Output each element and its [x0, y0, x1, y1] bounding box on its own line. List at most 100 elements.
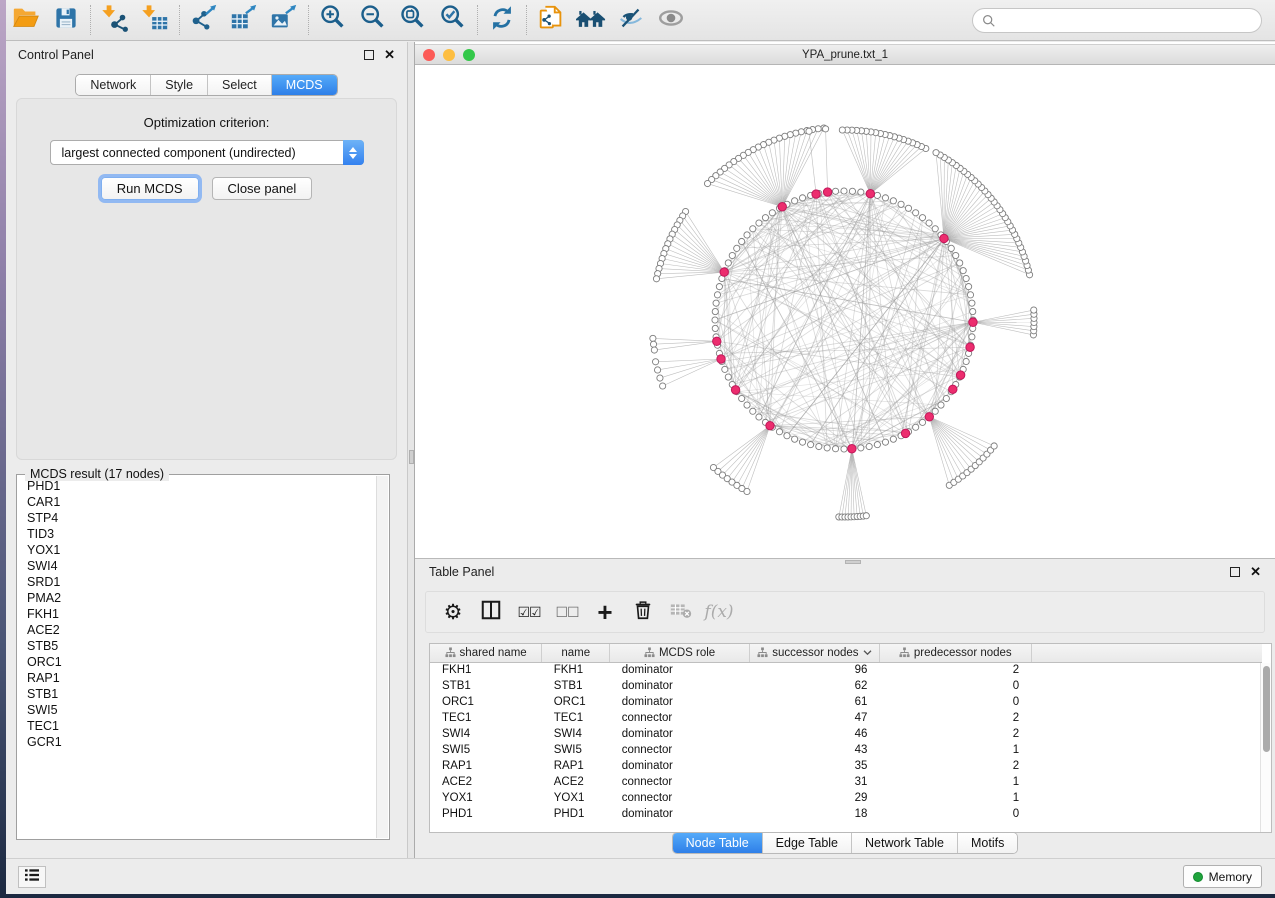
graph-node[interactable] — [799, 195, 805, 201]
list-item[interactable]: GCR1 — [20, 734, 375, 750]
save-session-button[interactable] — [46, 1, 86, 39]
graph-hub-node[interactable] — [812, 190, 820, 198]
vertical-splitter[interactable] — [407, 42, 415, 858]
zoom-fit-button[interactable] — [393, 1, 433, 39]
table-scrollbar[interactable] — [1260, 663, 1271, 832]
column-header-successor-nodes[interactable]: successor nodes — [749, 644, 879, 662]
float-window-icon[interactable] — [364, 50, 374, 60]
graph-node[interactable] — [863, 513, 869, 519]
list-item[interactable]: STP4 — [20, 510, 375, 526]
graph-node[interactable] — [882, 195, 888, 201]
function-builder-button[interactable]: f(x) — [702, 595, 736, 629]
graph-node[interactable] — [839, 127, 845, 133]
graph-node[interactable] — [1031, 307, 1037, 313]
mcds-list-scrollbar[interactable] — [376, 476, 388, 838]
graph-node[interactable] — [729, 252, 735, 258]
table-row[interactable]: PHD1PHD1dominator180 — [430, 806, 1262, 822]
delete-table-button[interactable] — [664, 595, 698, 629]
graph-node[interactable] — [756, 220, 762, 226]
graph-node[interactable] — [714, 292, 720, 298]
graph-node[interactable] — [776, 429, 782, 435]
add-column-button[interactable]: + — [588, 595, 622, 629]
graph-node[interactable] — [739, 395, 745, 401]
graph-node[interactable] — [792, 436, 798, 442]
graph-node[interactable] — [744, 402, 750, 408]
column-header-mcds-role[interactable]: MCDS role — [610, 644, 750, 662]
zoom-selected-button[interactable] — [433, 1, 473, 39]
table-row[interactable]: ORC1ORC1dominator610 — [430, 694, 1262, 710]
graph-node[interactable] — [650, 335, 656, 341]
houses-button[interactable] — [571, 1, 611, 39]
graph-node[interactable] — [970, 308, 976, 314]
tab-mcds[interactable]: MCDS — [272, 75, 337, 95]
run-mcds-button[interactable]: Run MCDS — [101, 177, 199, 200]
graph-node[interactable] — [725, 260, 731, 266]
table-row[interactable]: STB1STB1dominator620 — [430, 678, 1262, 694]
graph-node[interactable] — [654, 367, 660, 373]
graph-node[interactable] — [816, 443, 822, 449]
graph-node[interactable] — [866, 443, 872, 449]
graph-node[interactable] — [744, 488, 750, 494]
table-row[interactable]: FKH1FKH1dominator962 — [430, 662, 1262, 678]
graph-hub-node[interactable] — [717, 355, 725, 363]
tab-network[interactable]: Network — [76, 75, 151, 95]
table-scrollbar-thumb[interactable] — [1263, 666, 1270, 752]
tab-edge-table[interactable]: Edge Table — [763, 833, 852, 853]
list-item[interactable]: STB1 — [20, 686, 375, 702]
graph-node[interactable] — [832, 188, 838, 194]
graph-node[interactable] — [960, 268, 966, 274]
graph-node[interactable] — [651, 347, 657, 353]
graph-hub-node[interactable] — [720, 268, 728, 276]
graph-hub-node[interactable] — [925, 413, 933, 421]
graph-node[interactable] — [734, 245, 740, 251]
graph-node[interactable] — [882, 439, 888, 445]
list-item[interactable]: TEC1 — [20, 718, 375, 734]
table-row[interactable]: SWI5SWI5connector431 — [430, 742, 1262, 758]
graph-node[interactable] — [905, 205, 911, 211]
column-header-shared-name[interactable]: shared name — [430, 644, 542, 662]
graph-node[interactable] — [652, 359, 658, 365]
list-item[interactable]: YOX1 — [20, 542, 375, 558]
graph-node[interactable] — [712, 317, 718, 323]
open-session-button[interactable] — [6, 1, 46, 39]
graph-node[interactable] — [932, 226, 938, 232]
maximize-traffic-light[interactable] — [463, 49, 475, 61]
graph-node[interactable] — [948, 245, 954, 251]
graph-node[interactable] — [966, 284, 972, 290]
graph-node[interactable] — [712, 308, 718, 314]
graph-node[interactable] — [704, 180, 710, 186]
graph-hub-node[interactable] — [940, 234, 948, 242]
graph-node[interactable] — [913, 424, 919, 430]
zoom-in-button[interactable] — [313, 1, 353, 39]
list-item[interactable]: FKH1 — [20, 606, 375, 622]
graph-node[interactable] — [953, 252, 959, 258]
show-columns-button[interactable] — [474, 595, 508, 629]
list-item[interactable]: SRD1 — [20, 574, 375, 590]
graph-node[interactable] — [957, 260, 963, 266]
table-row[interactable]: RAP1RAP1dominator352 — [430, 758, 1262, 774]
graph-node[interactable] — [832, 446, 838, 452]
table-row[interactable]: YOX1YOX1connector291 — [430, 790, 1262, 806]
search-input[interactable] — [1001, 14, 1261, 28]
graph-node[interactable] — [969, 334, 975, 340]
graph-node[interactable] — [890, 436, 896, 442]
graph-node[interactable] — [874, 442, 880, 448]
export-network-button[interactable] — [184, 1, 224, 39]
graph-node[interactable] — [841, 188, 847, 194]
graph-node[interactable] — [858, 445, 864, 451]
graph-node[interactable] — [926, 220, 932, 226]
graph-node[interactable] — [716, 284, 722, 290]
graph-hub-node[interactable] — [778, 203, 786, 211]
task-history-button[interactable] — [18, 866, 46, 888]
list-item[interactable]: PHD1 — [20, 478, 375, 494]
graph-node[interactable] — [762, 215, 768, 221]
mcds-result-list[interactable]: PHD1CAR1STP4TID3YOX1SWI4SRD1PMA2FKH1ACE2… — [20, 478, 375, 836]
graph-node[interactable] — [841, 446, 847, 452]
tab-network-table[interactable]: Network Table — [852, 833, 958, 853]
graph-node[interactable] — [750, 408, 756, 414]
graph-node[interactable] — [792, 198, 798, 204]
list-item[interactable]: STB5 — [20, 638, 375, 654]
refresh-layout-button[interactable] — [482, 1, 522, 39]
list-item[interactable]: SWI4 — [20, 558, 375, 574]
graph-node[interactable] — [913, 210, 919, 216]
